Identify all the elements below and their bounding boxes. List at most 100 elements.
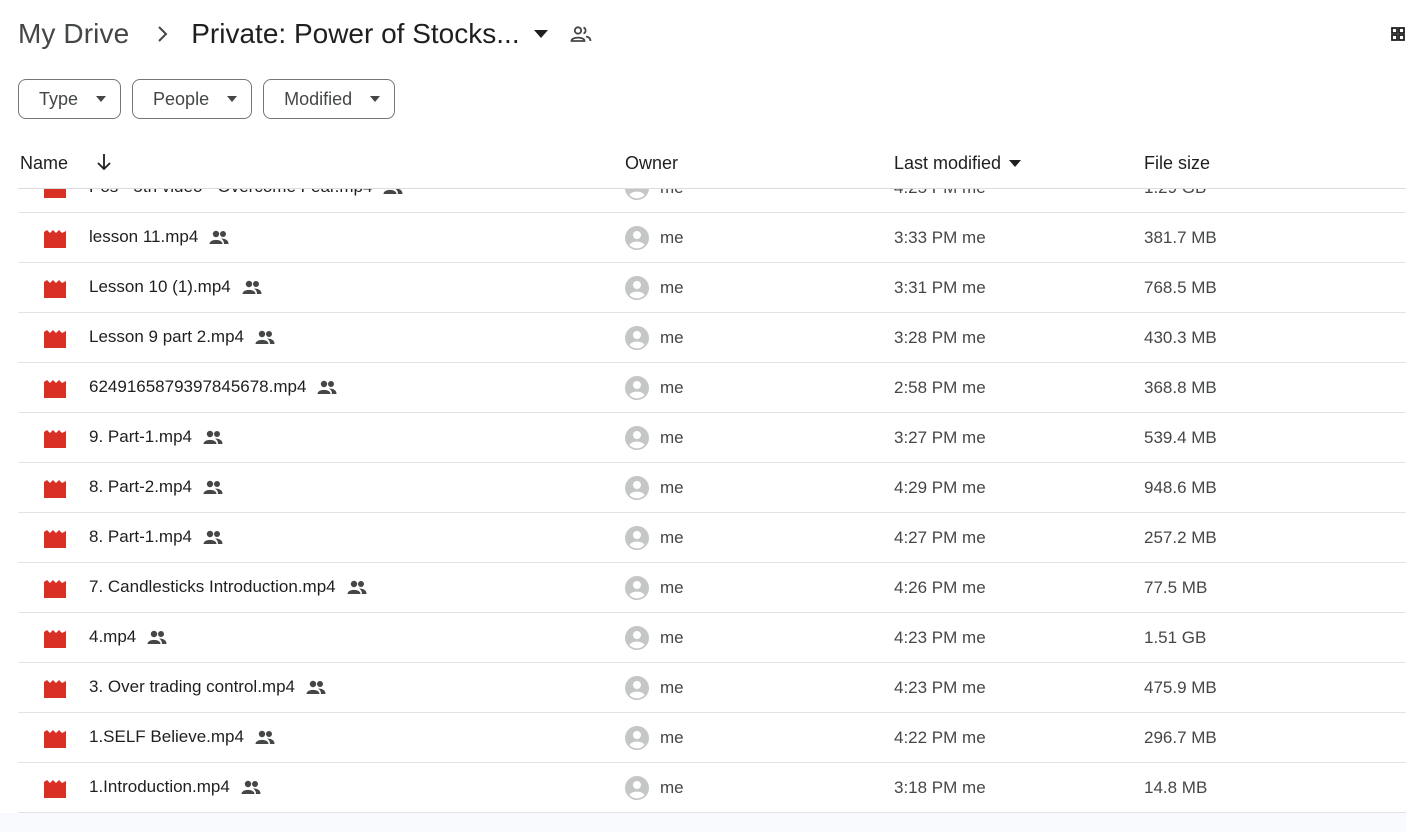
arrow-drop-down-icon — [1009, 159, 1022, 167]
table-row[interactable]: 8. Part-1.mp4 me 4:27 PM me 257.2 MB — [18, 513, 1406, 563]
owner-cell: me — [660, 778, 684, 797]
file-size-cell: 1.51 GB — [1144, 628, 1207, 647]
last-modified-cell: 3:28 PM me — [894, 328, 986, 347]
people-icon — [242, 280, 262, 294]
video-file-icon — [44, 630, 66, 653]
people-icon — [147, 630, 167, 644]
file-size-cell: 296.7 MB — [1144, 728, 1217, 747]
table-row[interactable]: 1.Introduction.mp4 me 3:18 PM me 14.8 MB — [18, 763, 1406, 813]
video-file-icon — [44, 330, 66, 353]
file-size-cell: 768.5 MB — [1144, 278, 1217, 297]
file-name: lesson 11.mp4 — [89, 227, 199, 246]
video-file-icon — [44, 730, 66, 753]
owner-cell: me — [660, 278, 684, 297]
owner-cell: me — [660, 189, 684, 198]
video-file-icon — [44, 680, 66, 703]
people-icon — [306, 680, 326, 694]
people-icon — [347, 580, 367, 594]
table-row[interactable]: 6249165879397845678.mp4 me 2:58 PM me 36… — [18, 363, 1406, 413]
table-row[interactable]: Pos - 5th video - Overcome Fear.mp4 me 4… — [18, 189, 1406, 213]
arrow-drop-down-icon — [370, 96, 381, 102]
table-row[interactable]: 4.mp4 me 4:23 PM me 1.51 GB — [18, 613, 1406, 663]
owner-cell: me — [660, 578, 684, 597]
file-name-cell: Lesson 10 (1).mp4 — [89, 277, 262, 297]
table-row[interactable]: 8. Part-2.mp4 me 4:29 PM me 948.6 MB — [18, 463, 1406, 513]
account-circle-icon — [625, 676, 649, 705]
arrow-drop-down-icon — [227, 96, 238, 102]
table-row[interactable]: Lesson 9 part 2.mp4 me 3:28 PM me 430.3 … — [18, 313, 1406, 363]
file-name: Lesson 10 (1).mp4 — [89, 277, 231, 296]
people-icon — [255, 330, 275, 344]
last-modified-cell: 4:27 PM me — [894, 528, 986, 547]
file-size-cell: 14.8 MB — [1144, 778, 1208, 797]
people-icon[interactable] — [570, 26, 592, 42]
file-size-cell: 257.2 MB — [1144, 528, 1217, 547]
account-circle-icon — [625, 226, 649, 255]
video-file-icon — [44, 280, 66, 303]
file-name: 4.mp4 — [89, 627, 137, 646]
arrow-down-icon[interactable] — [94, 152, 114, 177]
file-name: 9. Part-1.mp4 — [89, 427, 192, 446]
file-list[interactable]: Pos - 5th video - Overcome Fear.mp4 me 4… — [0, 189, 1406, 813]
last-modified-cell: 4:29 PM me — [894, 478, 986, 497]
chip-label: Type — [39, 88, 79, 109]
file-name: Lesson 9 part 2.mp4 — [89, 327, 244, 346]
file-size-cell: 948.6 MB — [1144, 478, 1217, 497]
column-header-name[interactable]: Name — [20, 150, 68, 176]
people-icon — [255, 730, 275, 744]
file-name-cell: 7. Candlesticks Introduction.mp4 — [89, 577, 367, 597]
file-size-cell: 475.9 MB — [1144, 678, 1217, 697]
video-file-icon — [44, 780, 66, 803]
account-circle-icon — [625, 189, 649, 205]
last-modified-cell: 3:18 PM me — [894, 778, 986, 797]
filter-type-chip[interactable]: Type — [18, 79, 122, 119]
column-label: Last modified — [894, 152, 1002, 173]
file-name-cell: 4.mp4 — [89, 627, 167, 647]
owner-cell: me — [660, 328, 684, 347]
table-row[interactable]: Lesson 10 (1).mp4 me 3:31 PM me 768.5 MB — [18, 263, 1406, 313]
file-size-cell: 539.4 MB — [1144, 428, 1217, 447]
last-modified-cell: 3:31 PM me — [894, 278, 986, 297]
file-size-cell: 1.29 GB — [1144, 189, 1206, 198]
video-file-icon — [44, 230, 66, 253]
last-modified-cell: 4:26 PM me — [894, 578, 986, 597]
account-circle-icon — [625, 326, 649, 355]
table-row[interactable]: lesson 11.mp4 me 3:33 PM me 381.7 MB — [18, 213, 1406, 263]
table-row[interactable]: 1.SELF Believe.mp4 me 4:22 PM me 296.7 M… — [18, 713, 1406, 763]
filter-modified-chip[interactable]: Modified — [263, 79, 396, 119]
last-modified-cell: 4:25 PM me — [894, 189, 986, 198]
owner-cell: me — [660, 428, 684, 447]
file-size-cell: 430.3 MB — [1144, 328, 1217, 347]
file-name-cell: 1.Introduction.mp4 — [89, 777, 261, 797]
owner-cell: me — [660, 478, 684, 497]
file-name-cell: lesson 11.mp4 — [89, 227, 229, 247]
arrow-drop-down-icon — [96, 96, 107, 102]
video-file-icon — [44, 189, 66, 203]
file-name: 8. Part-2.mp4 — [89, 477, 192, 496]
owner-cell: me — [660, 528, 684, 547]
drive-panel: My Drive Private: Power of Stocks... Typ… — [0, 0, 1406, 813]
last-modified-cell: 3:27 PM me — [894, 428, 986, 447]
account-circle-icon — [625, 476, 649, 505]
file-size-cell: 77.5 MB — [1144, 578, 1208, 597]
file-name: 1.SELF Believe.mp4 — [89, 727, 244, 746]
breadcrumb-current-folder[interactable]: Private: Power of Stocks... — [191, 18, 548, 50]
file-name-cell: 1.SELF Believe.mp4 — [89, 727, 275, 747]
file-rows: Pos - 5th video - Overcome Fear.mp4 me 4… — [0, 189, 1406, 813]
table-row[interactable]: 7. Candlesticks Introduction.mp4 me 4:26… — [18, 563, 1406, 613]
file-name: 3. Over trading control.mp4 — [89, 677, 295, 696]
column-header-last-modified[interactable]: Last modified — [894, 150, 1022, 176]
last-modified-cell: 4:23 PM me — [894, 678, 986, 697]
grid-view-icon[interactable] — [1390, 24, 1406, 44]
filter-people-chip[interactable]: People — [132, 79, 253, 119]
breadcrumb-my-drive[interactable]: My Drive — [18, 18, 129, 50]
file-size-cell: 381.7 MB — [1144, 228, 1217, 247]
people-icon — [203, 530, 223, 544]
column-header-owner[interactable]: Owner — [625, 150, 678, 176]
file-name: 8. Part-1.mp4 — [89, 527, 192, 546]
last-modified-cell: 4:22 PM me — [894, 728, 986, 747]
table-row[interactable]: 9. Part-1.mp4 me 3:27 PM me 539.4 MB — [18, 413, 1406, 463]
table-row[interactable]: 3. Over trading control.mp4 me 4:23 PM m… — [18, 663, 1406, 713]
column-header-file-size[interactable]: File size — [1144, 150, 1210, 176]
account-circle-icon — [625, 626, 649, 655]
